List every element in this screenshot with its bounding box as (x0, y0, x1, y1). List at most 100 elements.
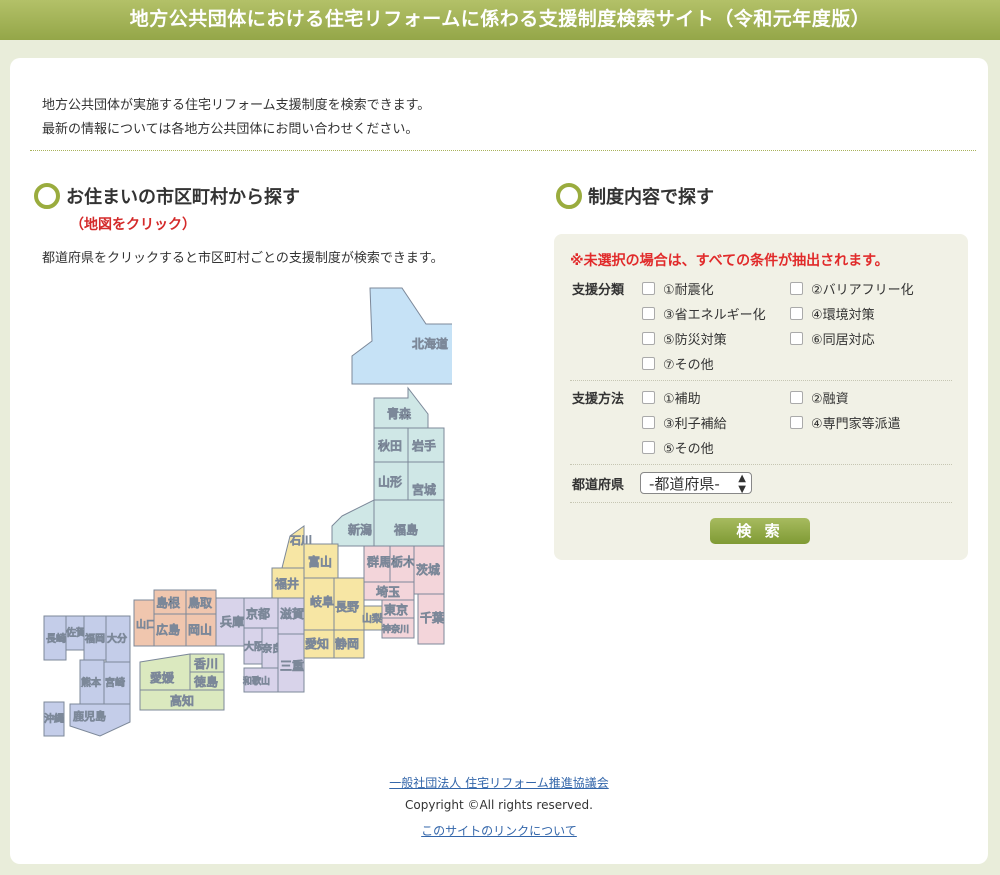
pref-nagasaki[interactable]: 長崎 (43, 615, 67, 661)
pref-tokushima[interactable]: 徳島 (189, 671, 225, 691)
category-option-4[interactable]: ④環境対策 (790, 304, 875, 323)
pref-chiba[interactable]: 千葉 (417, 593, 445, 645)
checkbox[interactable] (642, 282, 655, 295)
pref-gifu[interactable]: 岐阜 (303, 577, 335, 631)
pref-kanagawa[interactable]: 神奈川 (381, 617, 415, 639)
pref-hokkaido[interactable]: 北海道 (351, 287, 452, 385)
org-link[interactable]: 一般社団法人 住宅リフォーム推進協議会 (389, 776, 608, 790)
search-panel: ※未選択の場合は、すべての条件が抽出されます。 支援分類 ①耐震化 ②バリアフリ… (554, 234, 968, 560)
method-option-4[interactable]: ④専門家等派遣 (790, 413, 901, 432)
search-button[interactable]: 検 索 (710, 518, 810, 544)
checkbox[interactable] (642, 332, 655, 345)
pref-ibaraki[interactable]: 茨城 (413, 545, 445, 595)
pref-akita[interactable]: 秋田 (373, 427, 409, 463)
pref-aomori[interactable]: 青森 (373, 386, 429, 429)
pref-ehime[interactable]: 愛媛 (139, 653, 191, 691)
pref-label-okinawa: 沖縄 (44, 712, 64, 725)
pref-niigata[interactable]: 新潟 (331, 499, 375, 547)
pref-label-niigata: 新潟 (348, 522, 372, 537)
site-link[interactable]: このサイトのリンクについて (421, 824, 577, 838)
pref-yamaguchi[interactable]: 山口 (133, 599, 157, 647)
pref-miyazaki[interactable]: 宮崎 (103, 661, 131, 705)
pref-label-saitama: 埼玉 (376, 585, 400, 599)
pref-yamagata[interactable]: 山形 (373, 461, 409, 501)
pref-kochi[interactable]: 高知 (139, 689, 225, 711)
pref-label-shizuoka: 静岡 (335, 637, 359, 651)
checkbox[interactable] (642, 441, 655, 454)
pref-fukuoka[interactable]: 福岡 (83, 615, 107, 661)
checkbox[interactable] (790, 282, 803, 295)
search-section-title: 制度内容で探す (556, 183, 714, 209)
pref-label-saga: 佐賀 (66, 627, 86, 639)
pref-gunma[interactable]: 群馬 (363, 545, 392, 583)
pref-fukushima[interactable]: 福島 (373, 499, 445, 547)
checkbox[interactable] (642, 416, 655, 429)
method-option-3[interactable]: ③利子補給 (642, 413, 727, 432)
intro-text: 地方公共団体が実施する住宅リフォーム支援制度を検索できます。 最新の情報について… (42, 94, 430, 142)
pref-kagoshima[interactable]: 鹿児島 (69, 703, 131, 737)
pref-label-toyama: 富山 (308, 554, 332, 569)
pref-kyoto[interactable]: 京都 (243, 597, 279, 629)
circle-bullet-icon (34, 183, 60, 209)
pref-tokyo[interactable]: 東京 (381, 599, 415, 619)
pref-okinawa[interactable]: 沖縄 (43, 701, 65, 737)
checkbox[interactable] (642, 307, 655, 320)
pref-saitama[interactable]: 埼玉 (363, 581, 415, 601)
prefecture-select[interactable]: -都道府県- ▲ ▼ (640, 472, 752, 495)
category-option-3[interactable]: ③省エネルギー化 (642, 304, 766, 323)
pref-osaka[interactable]: 大阪 (243, 627, 265, 665)
pref-label-tokyo: 東京 (384, 603, 408, 617)
pref-kagawa[interactable]: 香川 (189, 653, 225, 673)
pref-miyagi[interactable]: 宮城 (407, 461, 445, 501)
pref-label-kanagawa: 神奈川 (382, 623, 409, 635)
pref-label-nagasaki: 長崎 (46, 632, 66, 645)
pref-toyama[interactable]: 富山 (303, 543, 339, 579)
category-option-6[interactable]: ⑥同居対応 (790, 329, 875, 348)
pref-label-fukushima: 福島 (394, 522, 418, 537)
pref-okayama[interactable]: 岡山 (185, 613, 217, 647)
pref-iwate[interactable]: 岩手 (407, 427, 445, 463)
pref-yamanashi[interactable]: 山梨 (362, 605, 383, 631)
pref-hiroshima[interactable]: 広島 (153, 613, 187, 647)
pref-wakayama[interactable]: 和歌山 (243, 667, 279, 693)
divider (30, 150, 976, 151)
pref-shiga[interactable]: 滋賀 (277, 597, 305, 635)
pref-label-iwate: 岩手 (412, 438, 436, 453)
pref-fukui[interactable]: 福井 (271, 567, 305, 599)
checkbox[interactable] (790, 307, 803, 320)
checkbox[interactable] (790, 332, 803, 345)
pref-label-tottori: 鳥取 (188, 595, 212, 610)
method-label: 支援方法 (572, 392, 625, 407)
category-option-2[interactable]: ②バリアフリー化 (790, 279, 914, 298)
footer-org-link-row: 一般社団法人 住宅リフォーム推進協議会 (10, 774, 988, 791)
pref-shimane[interactable]: 島根 (153, 589, 187, 615)
pref-label-shimane: 島根 (156, 595, 180, 610)
pref-saga[interactable]: 佐賀 (65, 615, 87, 651)
checkbox[interactable] (790, 391, 803, 404)
pref-label-yamanashi: 山梨 (362, 612, 382, 625)
pref-shizuoka[interactable]: 静岡 (333, 629, 365, 659)
pref-tottori[interactable]: 鳥取 (185, 589, 217, 615)
method-option-2[interactable]: ②融資 (790, 388, 849, 407)
pref-aichi[interactable]: 愛知 (303, 629, 335, 659)
panel-divider (570, 464, 952, 465)
map-click-note: （地図をクリック） (70, 217, 196, 233)
pref-kumamoto[interactable]: 熊本 (79, 659, 105, 705)
checkbox[interactable] (790, 416, 803, 429)
pref-label-aomori: 青森 (387, 406, 411, 421)
pref-mie[interactable]: 三重 (277, 633, 305, 693)
method-option-1[interactable]: ①補助 (642, 388, 701, 407)
pref-hyogo[interactable]: 兵庫 (215, 597, 245, 647)
map-section-title-text: お住まいの市区町村から探す (66, 187, 300, 208)
category-option-7[interactable]: ⑦その他 (642, 354, 714, 373)
checkbox[interactable] (642, 391, 655, 404)
category-option-5[interactable]: ⑤防災対策 (642, 329, 727, 348)
method-option-5[interactable]: ⑤その他 (642, 438, 714, 457)
pref-label-hokkaido: 北海道 (412, 336, 448, 351)
checkbox[interactable] (642, 357, 655, 370)
pref-nagano[interactable]: 長野 (333, 577, 365, 631)
pref-tochigi[interactable]: 栃木 (389, 545, 416, 583)
pref-oita[interactable]: 大分 (105, 615, 131, 663)
main-card: 地方公共団体が実施する住宅リフォーム支援制度を検索できます。 最新の情報について… (10, 58, 988, 864)
category-option-1[interactable]: ①耐震化 (642, 279, 714, 298)
